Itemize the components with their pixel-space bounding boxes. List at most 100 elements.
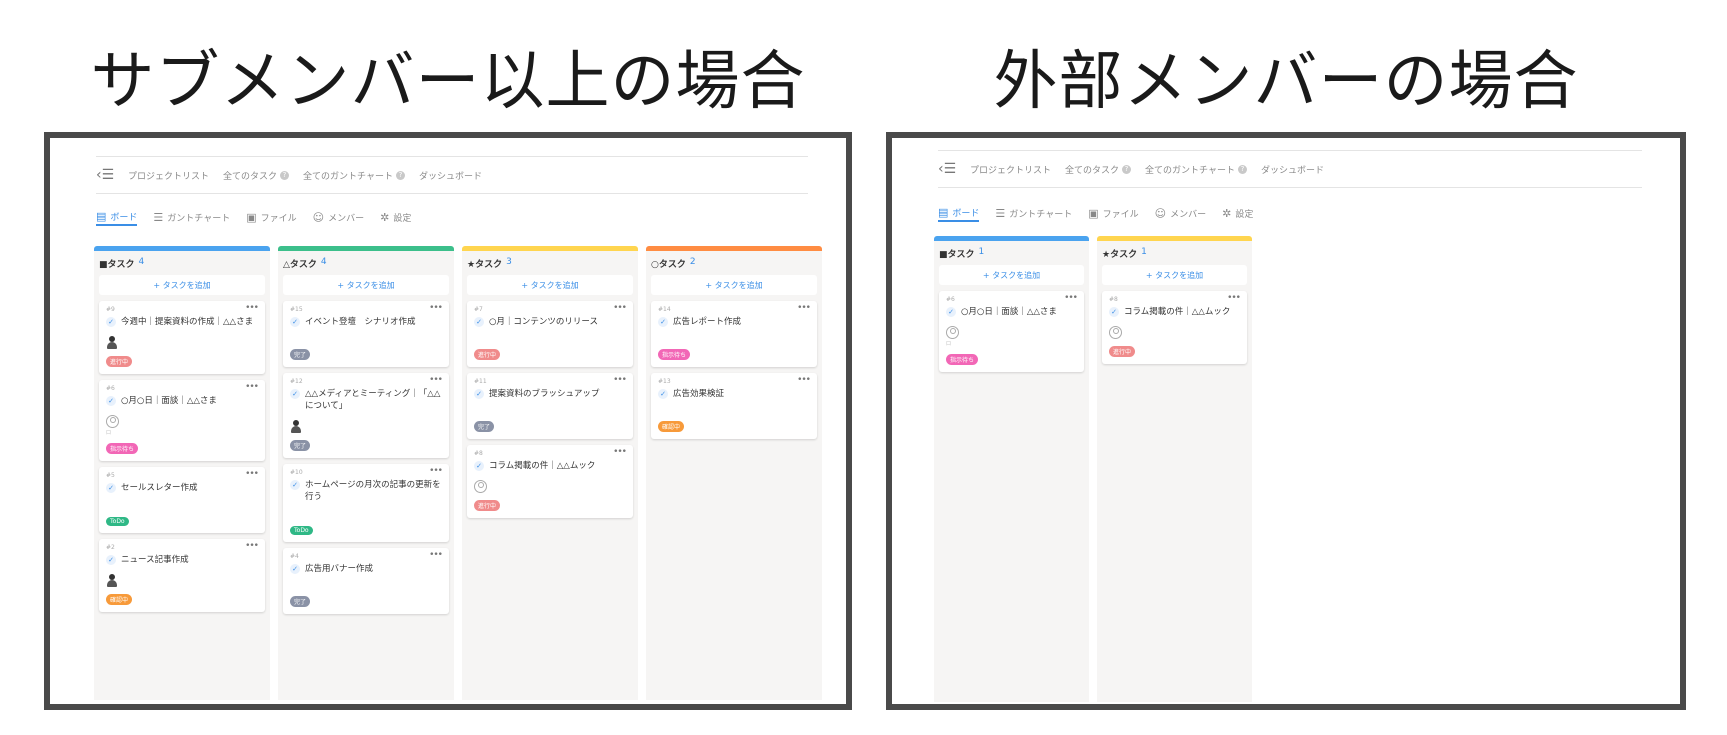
tab-gantt[interactable]: ☰ ガントチャート [153, 208, 230, 226]
nav-project-list[interactable]: プロジェクトリスト [128, 169, 209, 182]
task-card[interactable]: #14 ••• ✓ 広告レポート作成 指示待ち [651, 301, 817, 367]
assignee-avatar [1109, 326, 1122, 339]
task-card[interactable]: #13 ••• ✓ 広告効果検証 確認中 [651, 373, 817, 439]
task-title: ○月○日｜面談｜△△さま [961, 307, 1057, 317]
tab-settings[interactable]: ✲ 設定 [380, 208, 411, 226]
task-card[interactable]: #8 ••• ✓ コラム掲載の件｜△△ムック 進行中 [1102, 291, 1247, 364]
check-icon[interactable]: ✓ [474, 461, 484, 471]
check-icon[interactable]: ✓ [290, 564, 300, 574]
status-badge: 進行中 [1109, 346, 1136, 357]
add-task-button[interactable]: + タスクを追加 [939, 265, 1084, 285]
column-header: ■タスク 1 [939, 247, 1084, 260]
more-options-icon[interactable]: ••• [1064, 293, 1078, 303]
task-card[interactable]: #9 ••• ✓ 今週中｜提案資料の作成｜△△さま 進行中 [99, 301, 265, 374]
subtask-icon: 口 [106, 430, 112, 436]
task-number: #15 [290, 306, 303, 313]
more-options-icon[interactable]: ••• [245, 382, 259, 392]
check-icon[interactable]: ✓ [1109, 307, 1119, 317]
task-title: 広告レポート作成 [673, 317, 742, 327]
subtask-icon: 口 [946, 341, 952, 347]
column-title: ★タスク [1102, 250, 1138, 260]
heading-external-member: 外部メンバーの場合 [993, 45, 1579, 119]
column-count: 1 [1141, 247, 1147, 257]
collapse-menu-icon[interactable]: ‹☰ [938, 161, 956, 177]
add-task-button[interactable]: + タスクを追加 [651, 275, 817, 295]
nav-all-tasks[interactable]: 全てのタスク? [1065, 163, 1132, 176]
task-card[interactable]: #4 ••• ✓ 広告用バナー作成 完了 [283, 548, 449, 614]
check-icon[interactable]: ✓ [658, 317, 668, 327]
task-number: #6 [106, 385, 115, 392]
tab-board[interactable]: ▤ ボード [96, 208, 138, 226]
nav-all-tasks[interactable]: 全てのタスク? [223, 169, 290, 182]
gear-icon: ✲ [1222, 206, 1232, 220]
task-title: セールスレター作成 [121, 483, 198, 493]
task-card[interactable]: #12 ••• ✓ △△メディアとミーティング｜「△△について」 完了 [283, 373, 449, 458]
tab-member[interactable]: ☺ メンバー [1155, 204, 1206, 222]
add-task-button[interactable]: + タスクを追加 [99, 275, 265, 295]
task-card[interactable]: #5 ••• ✓ セールスレター作成 ToDo [99, 467, 265, 533]
task-card[interactable]: #6 ••• ✓ ○月○日｜面談｜△△さま口指示待ち [99, 380, 265, 461]
more-options-icon[interactable]: ••• [245, 469, 259, 479]
more-options-icon[interactable]: ••• [429, 466, 443, 476]
more-options-icon[interactable]: ••• [797, 303, 811, 313]
more-options-icon[interactable]: ••• [429, 550, 443, 560]
task-card[interactable]: #8 ••• ✓ コラム掲載の件｜△△ムック 進行中 [467, 445, 633, 518]
nav-all-gantt[interactable]: 全てのガントチャート? [1145, 163, 1247, 176]
status-badge: 指示待ち [946, 354, 979, 365]
tab-file[interactable]: ▣ ファイル [246, 208, 296, 226]
status-badge: 指示待ち [658, 349, 691, 360]
collapse-menu-icon[interactable]: ‹☰ [96, 167, 114, 183]
tab-member[interactable]: ☺ メンバー [313, 208, 364, 226]
check-icon[interactable]: ✓ [474, 317, 484, 327]
check-icon[interactable]: ✓ [290, 317, 300, 327]
task-card[interactable]: #15 ••• ✓ イベント登壇 シナリオ作成 完了 [283, 301, 449, 367]
tab-gantt[interactable]: ☰ ガントチャート [995, 204, 1072, 222]
kanban-column: ★タスク 1 + タスクを追加 #8 ••• ✓ コラム掲載の件｜△△ムック 進行中 [1097, 236, 1252, 702]
check-icon[interactable]: ✓ [106, 555, 116, 565]
task-title: △△メディアとミーティング｜「△△について」 [305, 389, 441, 411]
check-icon[interactable]: ✓ [474, 389, 484, 399]
nav-dashboard[interactable]: ダッシュボード [419, 169, 482, 182]
task-number: #6 [946, 296, 955, 303]
top-nav: ‹☰ プロジェクトリスト 全てのタスク? 全てのガントチャート? ダッシュボード [96, 156, 808, 194]
more-options-icon[interactable]: ••• [613, 447, 627, 457]
status-badge: 確認中 [106, 594, 133, 605]
task-card[interactable]: #2 ••• ✓ ニュース記事作成 確認中 [99, 539, 265, 612]
check-icon[interactable]: ✓ [106, 483, 116, 493]
column-title: ■タスク [939, 250, 975, 260]
more-options-icon[interactable]: ••• [429, 375, 443, 385]
more-options-icon[interactable]: ••• [613, 375, 627, 385]
add-task-button[interactable]: + タスクを追加 [1102, 265, 1247, 285]
add-task-button[interactable]: + タスクを追加 [467, 275, 633, 295]
task-card[interactable]: #6 ••• ✓ ○月○日｜面談｜△△さま口指示待ち [939, 291, 1084, 372]
more-options-icon[interactable]: ••• [429, 303, 443, 313]
more-options-icon[interactable]: ••• [245, 303, 259, 313]
more-options-icon[interactable]: ••• [797, 375, 811, 385]
column-header: ■タスク 4 [99, 257, 265, 270]
task-card[interactable]: #10 ••• ✓ ホームページの月次の記事の更新を行う ToDo [283, 464, 449, 542]
check-icon[interactable]: ✓ [290, 389, 300, 399]
check-icon[interactable]: ✓ [658, 389, 668, 399]
check-icon[interactable]: ✓ [290, 480, 300, 490]
tab-board[interactable]: ▤ ボード [938, 204, 980, 222]
nav-all-gantt[interactable]: 全てのガントチャート? [303, 169, 405, 182]
more-options-icon[interactable]: ••• [613, 303, 627, 313]
screenshot-sub-member: ‹☰ プロジェクトリスト 全てのタスク? 全てのガントチャート? ダッシュボード… [44, 132, 852, 710]
tab-file[interactable]: ▣ ファイル [1088, 204, 1138, 222]
nav-dashboard[interactable]: ダッシュボード [1261, 163, 1324, 176]
task-card[interactable]: #7 ••• ✓ ○月｜コンテンツのリリース 進行中 [467, 301, 633, 367]
check-icon[interactable]: ✓ [106, 396, 116, 406]
more-options-icon[interactable]: ••• [1227, 293, 1241, 303]
task-number: #2 [106, 544, 115, 551]
more-options-icon[interactable]: ••• [245, 541, 259, 551]
task-title: 広告用バナー作成 [305, 564, 374, 574]
kanban-board: ■タスク 4 + タスクを追加 #9 ••• ✓ 今週中｜提案資料の作成｜△△さま 進行中 #6… [94, 246, 822, 700]
add-task-button[interactable]: + タスクを追加 [283, 275, 449, 295]
tab-settings[interactable]: ✲ 設定 [1222, 204, 1253, 222]
task-card[interactable]: #11 ••• ✓ 提案資料のブラッシュアップ 完了 [467, 373, 633, 439]
check-icon[interactable]: ✓ [946, 307, 956, 317]
status-badge: 完了 [290, 349, 311, 360]
nav-project-list[interactable]: プロジェクトリスト [970, 163, 1051, 176]
check-icon[interactable]: ✓ [106, 317, 116, 327]
board-icon: ▤ [938, 205, 949, 219]
